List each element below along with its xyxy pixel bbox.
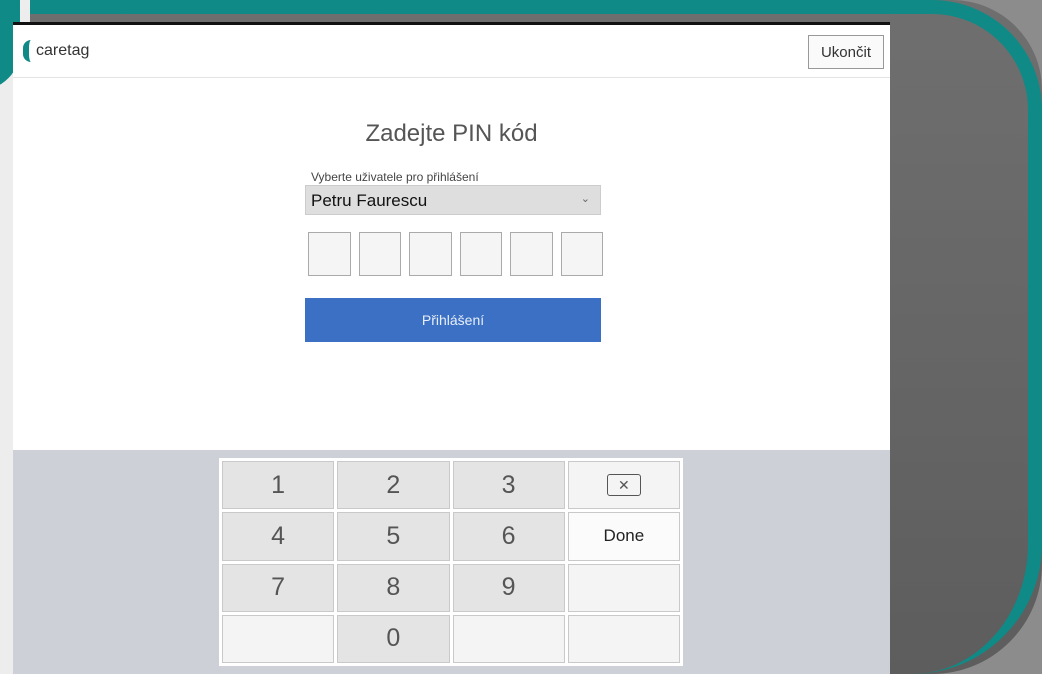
page-title: Zadejte PIN kód: [365, 120, 538, 147]
chevron-down-icon: ⌄: [580, 193, 590, 205]
pin-digit-field[interactable]: [459, 232, 502, 276]
user-select[interactable]: Petru Faurescu ⌄: [305, 185, 601, 215]
caretag-logo-icon: [23, 40, 33, 62]
key-9[interactable]: 9: [452, 563, 565, 612]
numeric-keypad: 1 2 3 ✕ 4 5 6 Done 7 8 9 0: [219, 458, 683, 666]
user-select-label: Vyberte uživatele pro přihlášení: [311, 170, 479, 184]
pin-digit-field[interactable]: [358, 232, 401, 276]
caretag-logo: caretag: [23, 40, 89, 62]
key-6[interactable]: 6: [452, 512, 565, 561]
login-button[interactable]: Přihlášení: [305, 298, 601, 342]
pin-digit-field[interactable]: [560, 232, 603, 276]
brand-name: caretag: [36, 42, 90, 59]
key-3[interactable]: 3: [452, 461, 565, 510]
key-1[interactable]: 1: [222, 461, 335, 510]
key-7[interactable]: 7: [222, 563, 335, 612]
user-select-value: Petru Faurescu: [311, 191, 428, 210]
screen: caretag Ukončit Zadejte PIN kód Vyberte …: [13, 22, 890, 674]
backspace-key[interactable]: ✕: [567, 461, 680, 510]
pin-digit-field[interactable]: [308, 232, 351, 276]
pin-digit-field[interactable]: [409, 232, 452, 276]
blank-key: [222, 614, 335, 663]
keypad-area: 1 2 3 ✕ 4 5 6 Done 7 8 9 0: [13, 450, 890, 674]
top-bar: caretag Ukončit: [13, 22, 890, 78]
blank-key: [567, 563, 680, 612]
blank-key: [567, 614, 680, 663]
pin-digit-field[interactable]: [510, 232, 553, 276]
key-8[interactable]: 8: [337, 563, 450, 612]
backspace-icon: ✕: [606, 474, 641, 497]
key-2[interactable]: 2: [337, 461, 450, 510]
done-key[interactable]: Done: [567, 512, 680, 561]
login-panel: Zadejte PIN kód Vyberte uživatele pro př…: [13, 78, 890, 450]
blank-key: [452, 614, 565, 663]
key-4[interactable]: 4: [222, 512, 335, 561]
pin-input-group: [308, 232, 603, 276]
key-5[interactable]: 5: [337, 512, 450, 561]
key-0[interactable]: 0: [337, 614, 450, 663]
exit-button[interactable]: Ukončit: [807, 35, 884, 69]
